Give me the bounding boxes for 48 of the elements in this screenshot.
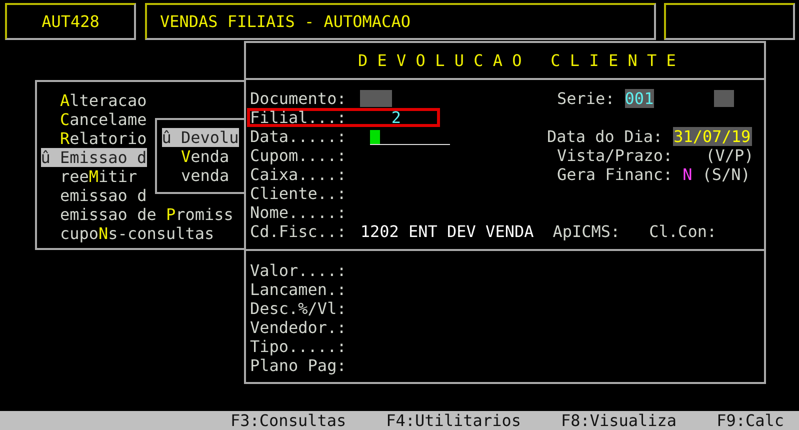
function-key[interactable]: F8:Visualiza	[560, 411, 677, 430]
field-value: N	[682, 165, 692, 184]
function-key[interactable]: F9:Calc	[716, 411, 784, 430]
submenu-item[interactable]: û Devolu	[162, 128, 239, 147]
submenu-item[interactable]: venda	[181, 166, 230, 185]
field-label: Cupom....:	[250, 146, 346, 165]
field-label: Serie:	[557, 89, 615, 108]
field-label: Vista/Prazo:	[557, 146, 673, 165]
input-field[interactable]	[714, 90, 734, 107]
menu-item[interactable]: reeMitir	[60, 167, 138, 186]
field-label: Nome.....:	[250, 203, 346, 222]
field-label: Data.....:	[250, 127, 346, 146]
field-label: Caixa....:	[250, 165, 346, 184]
function-key[interactable]: F3:Consultas	[230, 411, 346, 430]
field-value: 1202 ENT DEV VENDA	[360, 222, 534, 241]
dialog-title: D E V O L U C A O C L I E N T E	[358, 51, 676, 70]
field-label: Vendedor.:	[250, 318, 346, 337]
submenu-item[interactable]: Venda	[181, 147, 230, 166]
input-field[interactable]: 001	[624, 89, 654, 108]
option-hint: (S/N)	[702, 165, 750, 184]
field-label: Lancamen.:	[250, 280, 346, 299]
menu-item[interactable]: û Emissao d	[40, 148, 147, 167]
field-label: ApICMS:	[552, 222, 620, 241]
menu-item[interactable]: Cancelame	[60, 110, 147, 129]
field-value: 2	[391, 108, 401, 127]
menu-item[interactable]: cupoNs-consultas	[60, 224, 214, 243]
field-label: Documento:	[250, 89, 346, 108]
field-label: Data do Dia:	[547, 127, 663, 146]
option-hint: (V/P)	[706, 146, 754, 165]
field-label: Cl.Con:	[649, 222, 717, 241]
menu-item[interactable]: emissao de Promiss	[60, 205, 234, 224]
fill-in-line[interactable]	[370, 128, 450, 145]
field-label: Gera Financ:	[557, 165, 673, 184]
program-code: AUT428	[42, 12, 100, 31]
field-label: Plano Pag:	[250, 356, 346, 375]
field-label: Tipo.....:	[250, 337, 346, 356]
field-label: Cliente..:	[250, 184, 346, 203]
function-key[interactable]: F4:Utilitarios	[386, 411, 521, 430]
input-field[interactable]	[360, 90, 392, 107]
field-label: Valor....:	[250, 261, 346, 280]
field-label: Filial...:	[250, 108, 346, 127]
date-field: 31/07/19	[672, 127, 752, 146]
menu-item[interactable]: Alteracao	[60, 91, 147, 110]
menu-item[interactable]: Relatorio	[60, 129, 147, 148]
program-title: VENDAS FILIAIS - AUTOMACAO	[160, 12, 410, 31]
field-label: Cd.Fisc..:	[250, 222, 346, 241]
menu-item[interactable]: emissao d	[60, 186, 147, 205]
field-label: Desc.%/Vl:	[250, 299, 346, 318]
